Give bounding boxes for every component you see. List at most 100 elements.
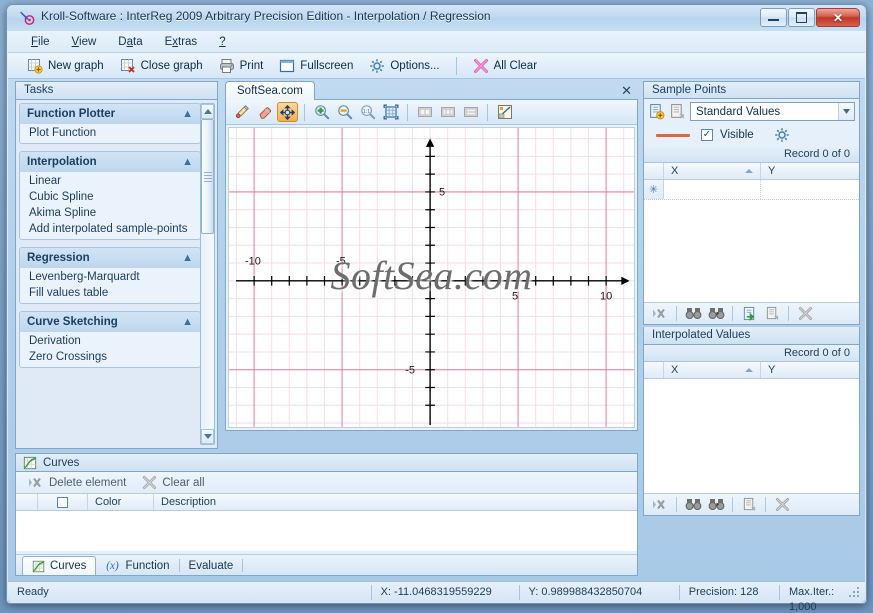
task-group-header[interactable]: Function Plotter ▲: [19, 103, 201, 124]
options-button[interactable]: Options...: [362, 56, 446, 76]
fit-to-window-button[interactable]: [380, 102, 401, 122]
delete-element-button[interactable]: Delete element: [23, 475, 131, 490]
menu-item-extras[interactable]: Extras: [154, 33, 209, 51]
print-button[interactable]: Print: [212, 56, 271, 76]
draw-pen-button[interactable]: [231, 102, 252, 122]
column-header-y[interactable]: Y: [761, 362, 859, 378]
column-header-x[interactable]: X: [664, 163, 761, 179]
grid-select-column-header: [16, 494, 38, 510]
zoom-in-button[interactable]: [311, 102, 332, 122]
graph-tab[interactable]: SoftSea.com: [225, 81, 315, 100]
chevron-up-icon[interactable]: ▲: [182, 252, 193, 264]
fullscreen-button[interactable]: Fullscreen: [272, 56, 360, 76]
export-button[interactable]: [762, 305, 782, 323]
sample-points-new-row[interactable]: ✳: [644, 180, 859, 200]
visible-checkbox[interactable]: ✓: [701, 129, 713, 141]
task-link-fill-values-table[interactable]: Fill values table: [20, 285, 200, 301]
gear-icon[interactable]: [774, 127, 790, 143]
delete-row-icon: [29, 477, 41, 488]
window-frame: Kroll-Software : InterReg 2009 Arbitrary…: [6, 4, 867, 613]
clear-all-button[interactable]: [795, 305, 815, 323]
chevron-up-icon[interactable]: ▲: [182, 156, 193, 168]
task-group-header[interactable]: Curve Sketching ▲: [19, 311, 201, 332]
clear-all-icon: [775, 497, 789, 512]
task-link-plot-function[interactable]: Plot Function: [20, 125, 200, 141]
eraser-button[interactable]: [254, 102, 275, 122]
series-color-swatch[interactable]: [656, 133, 690, 137]
chevron-up-icon[interactable]: ▲: [182, 316, 193, 328]
pan-move-button[interactable]: [277, 102, 298, 122]
tab-function[interactable]: (x) Function: [96, 556, 178, 575]
delete-row-button[interactable]: [650, 496, 670, 514]
clear-all-button[interactable]: Clear all: [137, 474, 209, 491]
maximize-button[interactable]: [788, 8, 815, 27]
select-all-checkbox[interactable]: [57, 496, 68, 508]
interpolated-grid-body[interactable]: [644, 379, 859, 493]
tasks-scrollbar[interactable]: [200, 103, 215, 445]
find-button[interactable]: [683, 305, 703, 323]
curves-toolbar: Delete element Clear all: [16, 472, 637, 494]
column-header-y-label: Y: [768, 165, 776, 177]
new-graph-button[interactable]: New graph: [20, 56, 111, 76]
menu-item-help[interactable]: ?: [208, 33, 236, 51]
xtick-label-minus10: -10: [245, 255, 261, 267]
tab-curves[interactable]: Curves: [22, 556, 97, 575]
scrollbar-thumb[interactable]: [201, 119, 214, 234]
scroll-up-button[interactable]: [201, 104, 214, 119]
task-group-header[interactable]: Regression ▲: [19, 247, 201, 268]
chevron-down-icon[interactable]: [838, 103, 854, 120]
task-link-akima-spline[interactable]: Akima Spline: [20, 205, 200, 221]
curves-grid-body[interactable]: [16, 511, 637, 551]
chart-icon: [32, 560, 45, 572]
task-link-linear[interactable]: Linear: [20, 173, 200, 189]
all-clear-button[interactable]: All Clear: [466, 56, 544, 76]
sample-points-grid-body[interactable]: [644, 200, 859, 302]
new-row-cell-x[interactable]: [664, 180, 761, 199]
clear-all-button[interactable]: [772, 496, 792, 514]
task-link-derivation[interactable]: Derivation: [20, 333, 200, 349]
svg-text:1:1: 1:1: [362, 109, 369, 115]
find-next-button[interactable]: [706, 305, 726, 323]
task-group-header[interactable]: Interpolation ▲: [19, 151, 201, 172]
graph-tab-close-icon[interactable]: ✕: [621, 83, 632, 99]
measure-chart-button[interactable]: [494, 102, 515, 122]
close-button[interactable]: ✕: [816, 8, 860, 27]
task-link-add-interpolated-sample-points[interactable]: Add interpolated sample-points: [20, 221, 200, 237]
menu-item-data[interactable]: Data: [107, 33, 153, 51]
new-table-icon[interactable]: [648, 103, 665, 120]
minimize-button[interactable]: [760, 8, 787, 27]
column-header-description[interactable]: Description: [154, 494, 637, 510]
column-header-x[interactable]: X: [664, 362, 761, 378]
scroll-down-button[interactable]: [201, 429, 214, 444]
column-header-y[interactable]: Y: [761, 163, 859, 179]
column-header-color[interactable]: Color: [88, 494, 154, 510]
delete-row-button[interactable]: [650, 305, 670, 323]
find-next-button[interactable]: [706, 496, 726, 514]
menu-item-file[interactable]: File: [20, 33, 61, 51]
task-link-levenberg-marquardt[interactable]: Levenberg-Marquardt: [20, 269, 200, 285]
zoom-one-to-one-button[interactable]: 1:1: [357, 102, 378, 122]
column-header-check[interactable]: [38, 494, 88, 510]
zoom-out-button[interactable]: [334, 102, 355, 122]
dataset-combo[interactable]: Standard Values: [690, 102, 855, 121]
copy-table-icon[interactable]: [669, 103, 686, 120]
graph-toolbar-separator: [304, 103, 305, 121]
tasks-pane: Function Plotter ▲ Plot Function Interpo…: [15, 99, 218, 449]
resize-grip-icon[interactable]: [849, 587, 861, 599]
new-row-cell-y[interactable]: [761, 180, 859, 199]
window-title: Kroll-Software : InterReg 2009 Arbitrary…: [41, 9, 491, 23]
import-button[interactable]: [739, 305, 759, 323]
task-link-zero-crossings[interactable]: Zero Crossings: [20, 349, 200, 365]
find-button[interactable]: [683, 496, 703, 514]
find-icon: [685, 499, 701, 510]
layout-grid-icon: [440, 107, 455, 117]
close-graph-button[interactable]: Close graph: [113, 56, 210, 76]
tab-evaluate[interactable]: Evaluate: [180, 556, 243, 575]
menu-rest-file: ile: [38, 35, 50, 48]
graph-canvas[interactable]: -10 -5 5 10 5 -5 SoftSea.com: [228, 127, 635, 428]
xtick-label-10: 10: [600, 291, 612, 303]
export-button[interactable]: [739, 496, 759, 514]
chevron-up-icon[interactable]: ▲: [182, 108, 193, 120]
task-link-cubic-spline[interactable]: Cubic Spline: [20, 189, 200, 205]
menu-item-view[interactable]: View: [61, 33, 108, 51]
